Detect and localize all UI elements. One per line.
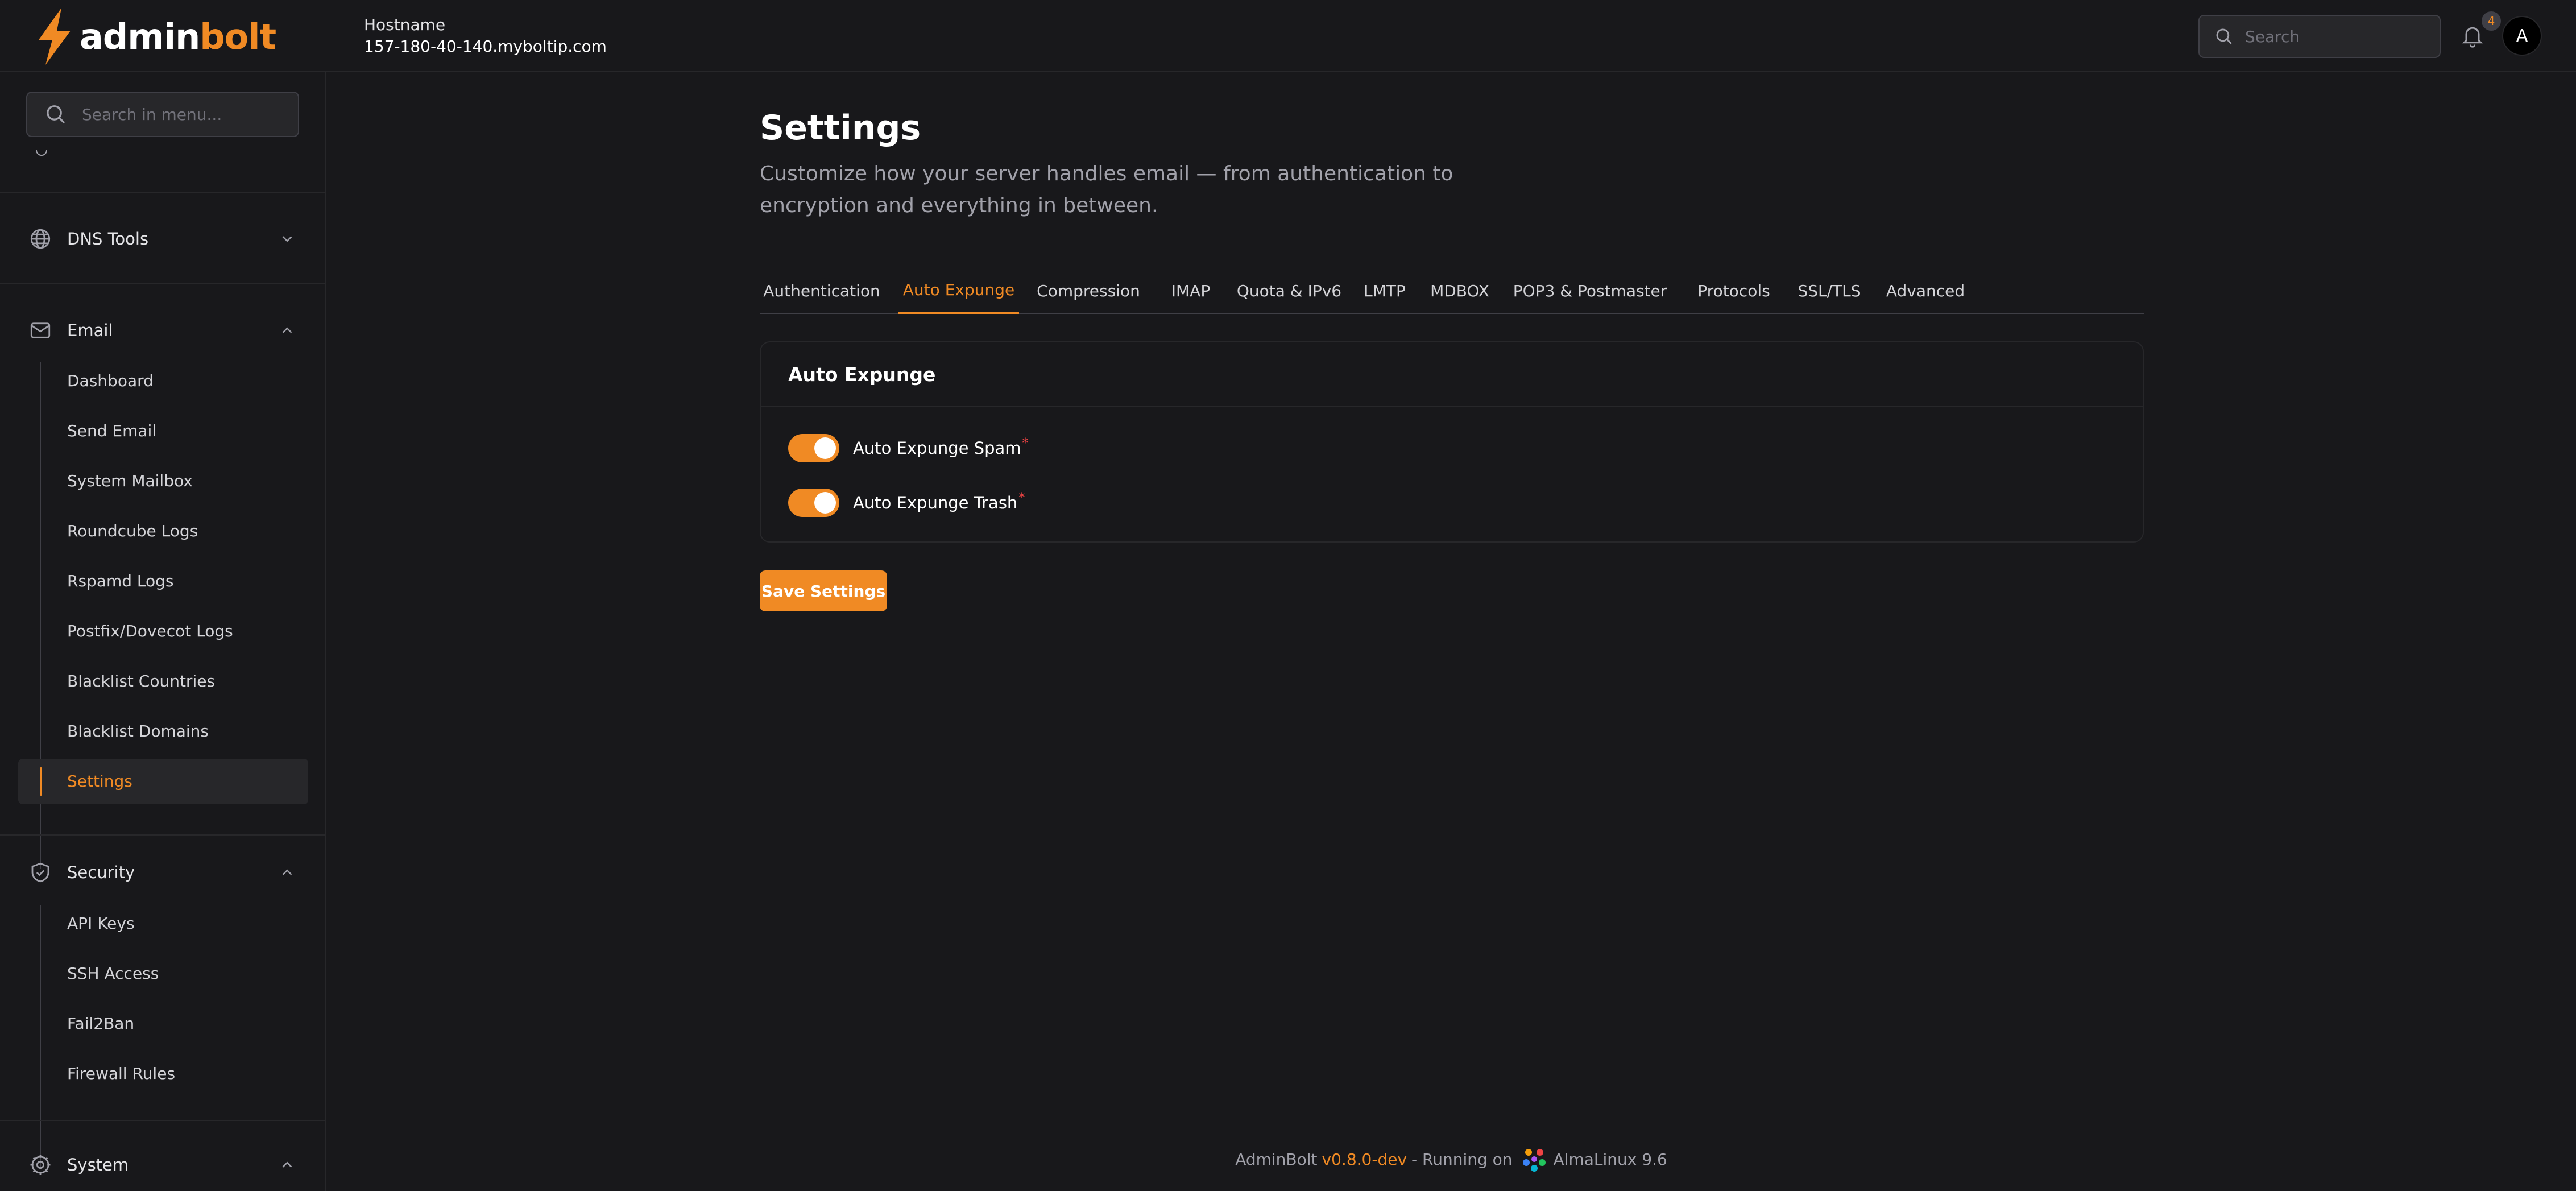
required-mark: * [1018, 491, 1025, 505]
almalinux-logo-icon [1522, 1149, 1546, 1172]
tab-imap[interactable]: IMAP [1162, 267, 1219, 314]
menu-search-input[interactable] [82, 105, 287, 124]
sidebar-item-dashboard[interactable]: Dashboard [67, 363, 154, 398]
sidebar-item-api-keys[interactable]: API Keys [67, 906, 135, 940]
tab-ssl-tls[interactable]: SSL/TLS [1792, 267, 1866, 314]
lightning-bolt-icon [39, 8, 71, 65]
sidebar-group-email[interactable]: Email [0, 311, 325, 350]
global-search[interactable] [2198, 15, 2441, 58]
mail-icon [30, 322, 51, 338]
sidebar-divider [0, 283, 325, 284]
auto-expunge-trash-label: Auto Expunge Trash* [853, 491, 1025, 512]
required-mark: * [1022, 436, 1029, 450]
search-icon [2216, 28, 2232, 44]
card-title: Auto Expunge [761, 342, 2143, 407]
sidebar-active-indicator [40, 767, 42, 796]
sidebar-divider [0, 192, 325, 193]
submenu-line [40, 905, 41, 1167]
footer-os: AlmaLinux 9.6 [1553, 1149, 1667, 1169]
toggle-knob [814, 492, 836, 514]
sidebar-item-blacklist-countries[interactable]: Blacklist Countries [67, 664, 215, 698]
bell-icon[interactable] [2460, 23, 2485, 48]
hostname-block: Hostname 157-180-40-140.myboltip.com [364, 15, 607, 58]
sidebar-item-send-email[interactable]: Send Email [67, 413, 156, 448]
notification-badge: 4 [2482, 11, 2501, 31]
auto-expunge-card: Auto Expunge Auto Expunge Spam* Auto Exp… [760, 341, 2144, 543]
sidebar-item-roundcube-logs[interactable]: Roundcube Logs [67, 514, 198, 548]
tab-mdbox[interactable]: MDBOX [1425, 267, 1494, 314]
setting-row-auto-expunge-trash: Auto Expunge Trash* [788, 486, 1025, 520]
tab-pop3-postmaster[interactable]: POP3 & Postmaster [1505, 267, 1675, 314]
sidebar-divider [0, 834, 325, 836]
sidebar-item-system-mailbox[interactable]: System Mailbox [67, 464, 193, 498]
shield-icon [31, 862, 49, 883]
partial-menu-icon [36, 150, 47, 156]
auto-expunge-spam-toggle[interactable] [788, 434, 839, 462]
sidebar: DNS Tools Email Dashboard Send Email Sys… [0, 72, 326, 1191]
tab-lmtp[interactable]: LMTP [1357, 267, 1413, 314]
tab-quota-ipv6[interactable]: Quota & IPv6 [1234, 267, 1344, 314]
chevron-up-icon [282, 869, 292, 875]
sidebar-group-label: Email [67, 321, 113, 340]
menu-search[interactable] [26, 92, 299, 137]
footer-app-name: AdminBolt [1235, 1149, 1318, 1169]
sidebar-item-rspamd-logs[interactable]: Rspamd Logs [67, 564, 174, 598]
auto-expunge-spam-label: Auto Expunge Spam* [853, 436, 1029, 458]
hostname-value: 157-180-40-140.myboltip.com [364, 37, 607, 56]
top-bar: adminbolt Hostname 157-180-40-140.mybolt… [0, 0, 2576, 72]
page-subtitle: Customize how your server handles email … [760, 162, 1453, 217]
sidebar-group-label: DNS Tools [67, 229, 149, 249]
brand-name: adminbolt [80, 15, 276, 57]
sidebar-item-postfix-dovecot-logs[interactable]: Postfix/Dovecot Logs [67, 614, 233, 648]
sidebar-divider [0, 1120, 325, 1121]
hostname-label: Hostname [364, 15, 446, 34]
page-title: Settings [760, 108, 921, 148]
user-avatar[interactable]: A [2502, 16, 2542, 56]
footer: AdminBolt v0.8.0-dev - Running on AlmaLi… [0, 1145, 2576, 1173]
sidebar-item-ssh-access[interactable]: SSH Access [67, 956, 159, 990]
sidebar-group-label: Security [67, 863, 135, 882]
tab-authentication[interactable]: Authentication [760, 267, 884, 314]
setting-row-auto-expunge-spam: Auto Expunge Spam* [788, 431, 1029, 465]
footer-version[interactable]: v0.8.0-dev [1322, 1150, 1407, 1169]
global-search-input[interactable] [2245, 27, 2427, 46]
sidebar-active-highlight [18, 759, 308, 804]
tab-auto-expunge[interactable]: Auto Expunge [898, 267, 1019, 314]
chevron-down-icon [282, 236, 292, 242]
tab-compression[interactable]: Compression [1032, 267, 1145, 314]
auto-expunge-trash-toggle[interactable] [788, 489, 839, 517]
brand-logo[interactable]: adminbolt [34, 8, 276, 65]
settings-tabs: Authentication Auto Expunge Compression … [760, 267, 2144, 314]
sidebar-item-firewall-rules[interactable]: Firewall Rules [67, 1056, 175, 1090]
footer-running-on: - Running on [1411, 1149, 1513, 1169]
tab-protocols[interactable]: Protocols [1695, 267, 1773, 314]
sidebar-group-dns-tools[interactable]: DNS Tools [0, 219, 325, 259]
toggle-knob [814, 437, 836, 459]
save-settings-button[interactable]: Save Settings [760, 570, 887, 611]
sidebar-group-security[interactable]: Security [0, 853, 325, 892]
search-icon [47, 105, 65, 124]
sidebar-item-fail2ban[interactable]: Fail2Ban [67, 1006, 134, 1040]
globe-icon [30, 229, 51, 249]
tab-advanced[interactable]: Advanced [1880, 267, 1971, 314]
sidebar-item-blacklist-domains[interactable]: Blacklist Domains [67, 714, 209, 748]
chevron-up-icon [282, 327, 292, 333]
sidebar-item-settings[interactable]: Settings [67, 764, 132, 798]
